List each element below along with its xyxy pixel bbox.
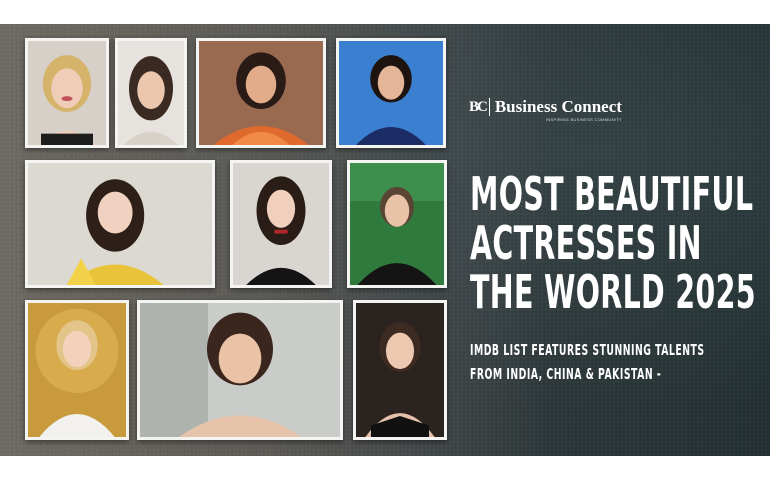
logo-name: Business Connect	[494, 97, 622, 116]
logo-mark: BC	[469, 98, 490, 116]
actress-photo-9	[137, 300, 343, 440]
hero-banner: BC Business Connect INSPIRING BUSINESS C…	[0, 24, 770, 456]
actress-photo-6	[230, 160, 332, 288]
subheadline-line-2: FROM INDIA, CHINA & PAKISTAN -	[470, 365, 662, 383]
headline-line-1: MOST BEAUTIFUL	[470, 167, 754, 221]
headline-line-2: ACTRESSES IN	[470, 216, 702, 270]
logo-text: Business Connect INSPIRING BUSINESS COMM…	[494, 97, 622, 123]
business-connect-logo: BC Business Connect INSPIRING BUSINESS C…	[469, 98, 622, 126]
subheadline: IMDB LIST FEATURES STUNNING TALENTS FROM…	[470, 338, 750, 386]
actress-photo-4	[336, 38, 446, 148]
actress-photo-3	[196, 38, 326, 148]
subheadline-line-1: IMDB LIST FEATURES STUNNING TALENTS	[470, 341, 705, 359]
actress-photo-1	[25, 38, 109, 148]
actress-photo-2	[115, 38, 187, 148]
headline-line-3: THE WORLD 2025	[470, 265, 756, 319]
headline: MOST BEAUTIFUL ACTRESSES IN THE WORLD 20…	[470, 170, 760, 317]
actress-photo-7	[347, 160, 447, 288]
logo-tagline: INSPIRING BUSINESS COMMUNITY	[545, 117, 622, 122]
actress-photo-8	[25, 300, 129, 440]
actress-photo-10	[353, 300, 447, 440]
actress-photo-5	[25, 160, 215, 288]
